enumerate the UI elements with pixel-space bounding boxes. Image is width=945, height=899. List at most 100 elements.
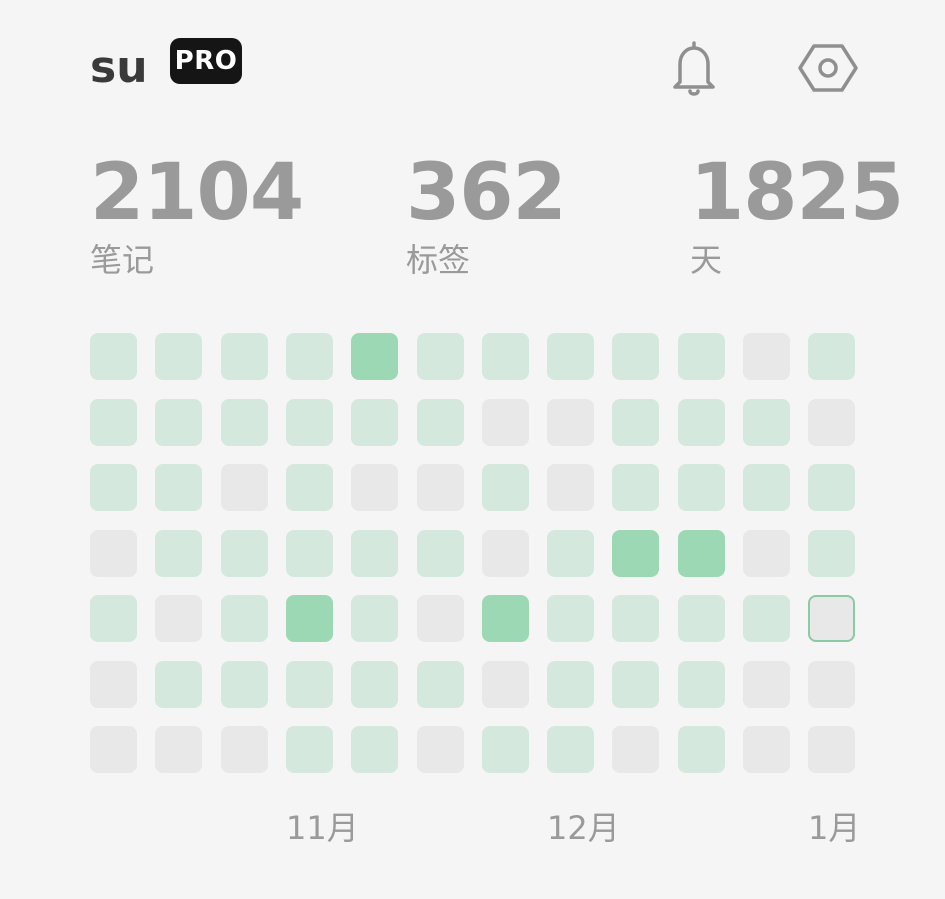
stat-days[interactable]: 1825 天 (690, 150, 904, 280)
heatmap-cell-today[interactable] (808, 595, 855, 642)
notifications-button[interactable] (662, 36, 726, 100)
heatmap-cell[interactable] (351, 399, 398, 446)
heatmap-cell[interactable] (286, 530, 333, 577)
heatmap-cell[interactable] (547, 595, 594, 642)
heatmap-cell[interactable] (155, 464, 202, 511)
heatmap-cell[interactable] (221, 333, 268, 380)
heatmap-cell[interactable] (678, 726, 725, 773)
heatmap-cell[interactable] (90, 399, 137, 446)
heatmap-cell[interactable] (417, 661, 464, 708)
heatmap-cell[interactable] (547, 726, 594, 773)
heatmap-cell[interactable] (612, 530, 659, 577)
heatmap-cell[interactable] (612, 661, 659, 708)
heatmap-cell[interactable] (286, 464, 333, 511)
heatmap-cell[interactable] (808, 530, 855, 577)
heatmap-cell[interactable] (351, 595, 398, 642)
heatmap-cell[interactable] (547, 530, 594, 577)
heatmap-cell[interactable] (612, 399, 659, 446)
heatmap-cell[interactable] (482, 464, 529, 511)
heatmap-cell[interactable] (808, 464, 855, 511)
heatmap-cell[interactable] (743, 399, 790, 446)
heatmap-cell[interactable] (90, 530, 137, 577)
heatmap-cell[interactable] (351, 726, 398, 773)
heatmap-cell[interactable] (743, 726, 790, 773)
heatmap-cell[interactable] (221, 595, 268, 642)
heatmap-cell[interactable] (155, 530, 202, 577)
tags-label: 标签 (406, 241, 471, 279)
heatmap-cell[interactable] (417, 333, 464, 380)
heatmap-cell[interactable] (286, 661, 333, 708)
heatmap-cell[interactable] (155, 726, 202, 773)
heatmap-cell[interactable] (612, 464, 659, 511)
month-labels: 11月 12月 1月 (0, 806, 945, 856)
heatmap-cell[interactable] (155, 333, 202, 380)
heatmap-cell[interactable] (286, 399, 333, 446)
heatmap-cell[interactable] (547, 333, 594, 380)
heatmap-cell[interactable] (547, 399, 594, 446)
heatmap-cell[interactable] (351, 464, 398, 511)
heatmap-cell[interactable] (743, 530, 790, 577)
heatmap-cell[interactable] (547, 661, 594, 708)
heatmap-cell[interactable] (90, 333, 137, 380)
heatmap-cell[interactable] (482, 595, 529, 642)
heatmap-cell[interactable] (808, 661, 855, 708)
heatmap-cell[interactable] (482, 530, 529, 577)
heatmap-cell[interactable] (221, 726, 268, 773)
heatmap-cell[interactable] (90, 464, 137, 511)
heatmap-cell[interactable] (417, 464, 464, 511)
heatmap-cell[interactable] (808, 399, 855, 446)
heatmap-cell[interactable] (417, 399, 464, 446)
heatmap-cell[interactable] (417, 595, 464, 642)
heatmap-cell[interactable] (612, 333, 659, 380)
heatmap-cell[interactable] (678, 661, 725, 708)
heatmap-cell[interactable] (221, 530, 268, 577)
heatmap-cell[interactable] (743, 333, 790, 380)
heatmap-cell[interactable] (678, 530, 725, 577)
heatmap-cell[interactable] (743, 661, 790, 708)
notes-label: 笔记 (90, 241, 155, 279)
hex-gear-icon (798, 44, 858, 92)
heatmap-cell[interactable] (743, 464, 790, 511)
heatmap-cell[interactable] (351, 661, 398, 708)
stats-row: 2104 笔记 362 标签 1825 天 (90, 148, 904, 290)
heatmap-cell[interactable] (286, 595, 333, 642)
heatmap-cell[interactable] (678, 595, 725, 642)
heatmap-cell[interactable] (221, 661, 268, 708)
username: su (90, 42, 148, 93)
tags-count: 362 (406, 148, 567, 238)
heatmap-cell[interactable] (221, 464, 268, 511)
heatmap-cell[interactable] (808, 726, 855, 773)
bell-icon (673, 41, 715, 96)
heatmap-cell[interactable] (482, 333, 529, 380)
heatmap-cell[interactable] (482, 399, 529, 446)
heatmap-cell[interactable] (90, 661, 137, 708)
heatmap-cell[interactable] (286, 333, 333, 380)
heatmap-cell[interactable] (743, 595, 790, 642)
heatmap-cell[interactable] (417, 726, 464, 773)
stat-notes[interactable]: 2104 笔记 (90, 150, 304, 280)
heatmap-cell[interactable] (351, 333, 398, 380)
heatmap-cell[interactable] (482, 661, 529, 708)
days-label: 天 (690, 241, 723, 279)
heatmap-cell[interactable] (612, 595, 659, 642)
heatmap-cell[interactable] (90, 726, 137, 773)
heatmap-cell[interactable] (482, 726, 529, 773)
heatmap-cell[interactable] (286, 726, 333, 773)
heatmap-cell[interactable] (221, 399, 268, 446)
heatmap-cell[interactable] (547, 464, 594, 511)
heatmap-cell[interactable] (678, 464, 725, 511)
heatmap-cell[interactable] (808, 333, 855, 380)
profile-header: su PRO (90, 36, 860, 96)
stat-tags[interactable]: 362 标签 (406, 148, 567, 280)
heatmap-cell[interactable] (90, 595, 137, 642)
settings-button[interactable] (796, 36, 860, 100)
heatmap-cell[interactable] (417, 530, 464, 577)
heatmap-cell[interactable] (678, 333, 725, 380)
heatmap-cell[interactable] (678, 399, 725, 446)
pro-badge: PRO (170, 38, 242, 84)
heatmap-cell[interactable] (155, 399, 202, 446)
heatmap-cell[interactable] (351, 530, 398, 577)
heatmap-cell[interactable] (155, 661, 202, 708)
heatmap-cell[interactable] (155, 595, 202, 642)
heatmap-cell[interactable] (612, 726, 659, 773)
